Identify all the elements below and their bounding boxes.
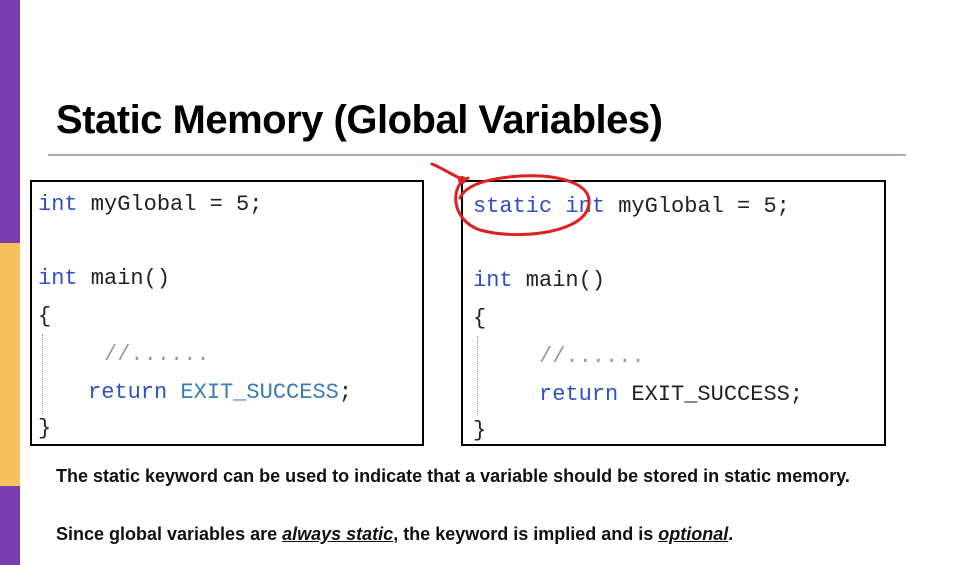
- keyword-return: return: [88, 380, 168, 405]
- slide-title: Static Memory (Global Variables): [56, 98, 663, 142]
- code-box-right: static int myGlobal = 5; int main() { //…: [461, 180, 886, 446]
- indent-guide-left: [42, 334, 43, 414]
- keyword-int: int: [38, 266, 78, 291]
- return-line-left: return EXIT_SUCCESS;: [88, 380, 353, 405]
- comment-left: //......: [104, 342, 210, 367]
- indent-guide-right: [477, 336, 478, 416]
- keyword-int: int: [38, 192, 78, 217]
- keyword-int: int: [473, 268, 513, 293]
- keyword-static: static: [473, 194, 553, 219]
- close-brace-right: }: [473, 418, 487, 443]
- close-brace-left: }: [38, 416, 52, 441]
- open-brace-left: {: [38, 304, 52, 329]
- accent-stripe-top: [0, 0, 20, 243]
- code-line-main-right: int main(): [473, 268, 606, 293]
- return-line-right: return EXIT_SUCCESS;: [539, 382, 804, 407]
- code-box-left: int myGlobal = 5; int main() { //...... …: [30, 180, 424, 446]
- title-divider: [48, 154, 906, 156]
- code-line-static-global: static int myGlobal = 5;: [473, 194, 790, 219]
- accent-stripe-bottom: [0, 486, 20, 565]
- keyword-return: return: [539, 382, 619, 407]
- keyword-int: int: [552, 194, 606, 219]
- open-brace-right: {: [473, 306, 487, 331]
- code-line-main-left: int main(): [38, 266, 171, 291]
- paragraph-static-keyword: The static keyword can be used to indica…: [56, 466, 850, 486]
- emphasis-always-static: always static: [282, 524, 394, 544]
- code-line-global-left: int myGlobal = 5;: [38, 192, 263, 217]
- paragraph-global-static: Since global variables are always static…: [56, 524, 734, 544]
- comment-right: //......: [539, 344, 645, 369]
- accent-stripe-middle: [0, 243, 20, 486]
- emphasis-optional: optional: [658, 524, 729, 544]
- macro-exit-success: EXIT_SUCCESS: [167, 380, 339, 405]
